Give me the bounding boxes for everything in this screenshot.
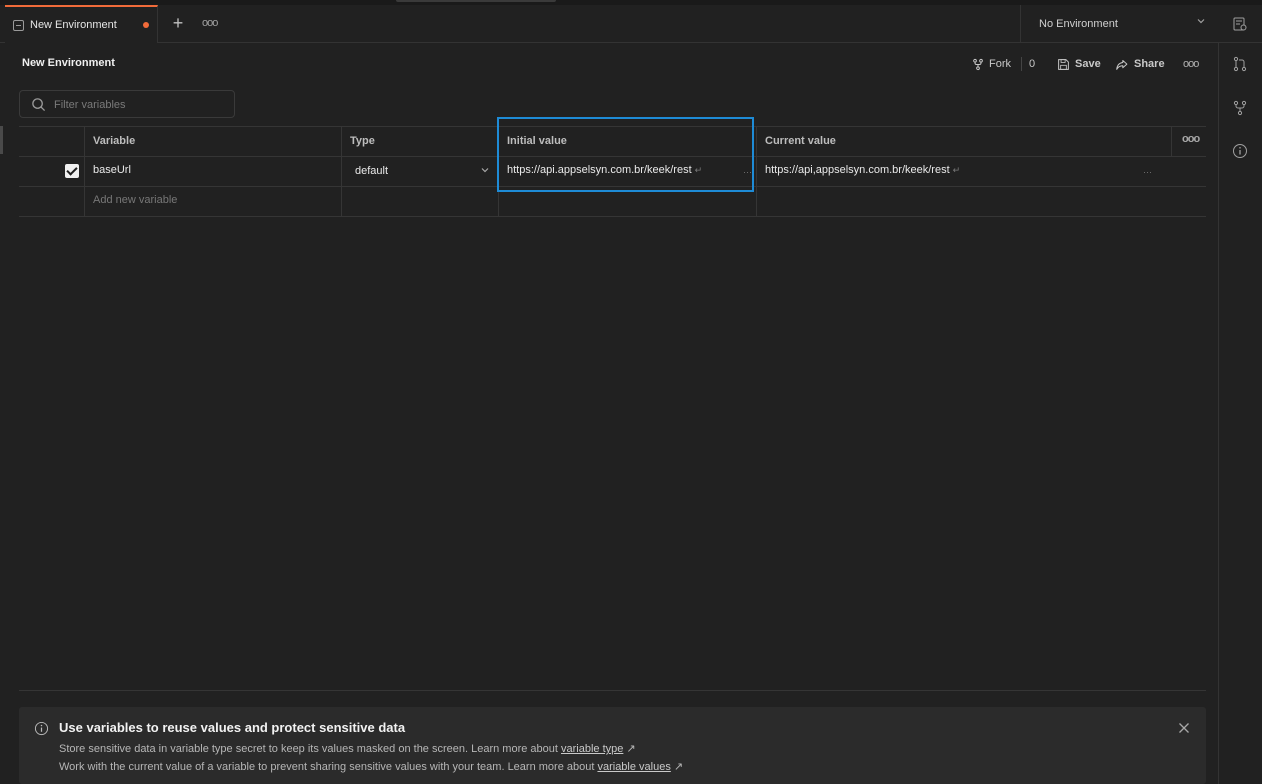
column-divider [341, 126, 342, 217]
info-icon [34, 721, 49, 739]
share-label: Share [1134, 58, 1165, 70]
column-header-variable: Variable [93, 135, 136, 147]
toolbar-divider [1021, 57, 1022, 71]
table-more-icon[interactable]: ooo [1182, 133, 1200, 145]
more-actions-icon[interactable]: ooo [1183, 58, 1199, 70]
current-value-more-icon[interactable]: ··· [1143, 167, 1152, 177]
variable-name[interactable]: baseUrl [93, 164, 131, 176]
fork-label: Fork [989, 58, 1011, 70]
chevron-down-icon [1196, 16, 1206, 29]
save-icon [1058, 58, 1069, 70]
table-border-bottom [19, 216, 1206, 217]
filter-variables-input[interactable] [52, 96, 226, 114]
content-divider [19, 690, 1206, 691]
external-link-icon: ↗ [670, 761, 684, 773]
column-header-initial-value: Initial value [507, 135, 567, 147]
filter-variables [19, 90, 235, 118]
environment-selector[interactable]: No Environment [1020, 5, 1218, 42]
initial-value-text: https://api.appselsyn.com.br/keek/rest [507, 164, 692, 176]
column-divider [498, 126, 499, 217]
fork-icon [973, 58, 983, 70]
info-icon[interactable] [1232, 143, 1248, 159]
fork-button[interactable]: Fork [972, 55, 1011, 73]
variable-type-select[interactable]: default [348, 163, 493, 179]
save-button[interactable]: Save [1057, 55, 1101, 73]
window-notch [396, 0, 556, 2]
variable-enabled-checkbox[interactable] [65, 164, 79, 178]
current-value-cell[interactable]: https://api,appselsyn.com.br/keek/rest ↵ [765, 164, 960, 176]
variable-type-value: default [355, 165, 389, 177]
initial-value-more-icon[interactable]: ··· [743, 167, 752, 177]
share-button[interactable]: Share [1115, 55, 1165, 73]
add-new-variable[interactable]: Add new variable [93, 194, 177, 206]
banner-line-1-text: Store sensitive data in variable type se… [59, 743, 561, 755]
table-border-top [19, 126, 1206, 127]
column-divider [1171, 126, 1172, 157]
right-sidebar [1218, 42, 1262, 784]
newline-icon: ↵ [694, 165, 703, 175]
pull-request-icon[interactable] [1232, 56, 1248, 72]
unsaved-dot-icon [143, 22, 149, 28]
variables-table: Variable Type Initial value Current valu… [19, 126, 1206, 217]
column-divider [756, 126, 757, 217]
banner-line-2: Work with the current value of a variabl… [59, 760, 683, 773]
table-header-divider [19, 156, 1206, 157]
left-edge-handle[interactable] [0, 126, 3, 154]
banner-line-2-text: Work with the current value of a variabl… [59, 761, 598, 773]
banner-line-1: Store sensitive data in variable type se… [59, 742, 636, 755]
tab-label: New Environment [30, 19, 117, 31]
current-value-text: https://api,appselsyn.com.br/keek/rest [765, 164, 950, 176]
newline-icon: ↵ [952, 165, 961, 175]
tab-new-environment[interactable]: New Environment [5, 5, 158, 43]
environment-quick-look-icon[interactable] [1232, 16, 1248, 32]
close-icon[interactable] [1178, 721, 1190, 737]
new-tab-button[interactable]: + [170, 14, 186, 32]
page-title: New Environment [22, 57, 115, 69]
share-icon [1116, 59, 1128, 70]
column-header-current-value: Current value [765, 135, 836, 147]
column-header-type: Type [350, 135, 375, 147]
chevron-down-icon [480, 165, 490, 177]
fork-count: 0 [1029, 58, 1036, 70]
banner-heading: Use variables to reuse values and protec… [59, 720, 406, 735]
table-row-divider [19, 186, 1206, 187]
variable-values-link[interactable]: variable values [597, 761, 670, 773]
initial-value-cell[interactable]: https://api.appselsyn.com.br/keek/rest ↵ [507, 164, 702, 176]
external-link-icon: ↗ [623, 743, 636, 755]
column-divider [84, 126, 85, 217]
variable-type-link[interactable]: variable type [561, 743, 623, 755]
environment-icon [13, 19, 24, 31]
environment-selector-value: No Environment [1039, 18, 1118, 30]
search-icon [31, 97, 46, 115]
info-banner: Use variables to reuse values and protec… [19, 707, 1206, 784]
tab-more-icon[interactable]: ooo [202, 17, 218, 29]
fork-icon[interactable] [1232, 100, 1248, 116]
save-label: Save [1075, 58, 1101, 70]
